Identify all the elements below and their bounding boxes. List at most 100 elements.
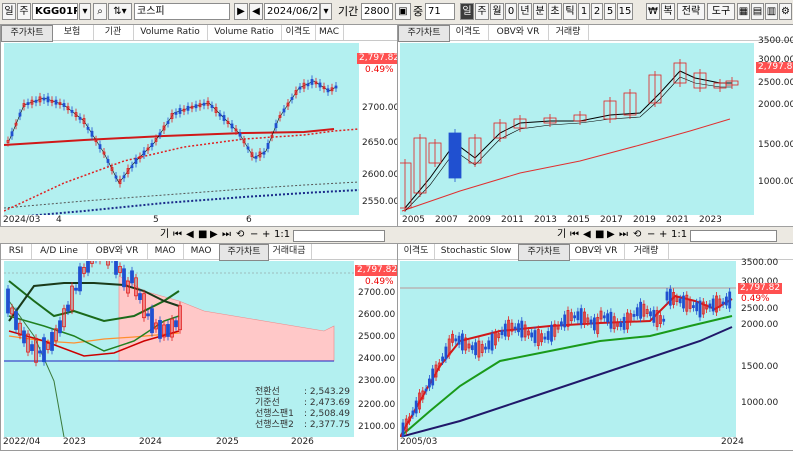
candle-body: [520, 320, 524, 338]
nav2-stop-icon[interactable]: ■: [595, 228, 604, 242]
nav2-refresh-icon[interactable]: ⟲: [633, 228, 641, 242]
interval-button-7[interactable]: 틱: [563, 3, 577, 20]
count-input[interactable]: 71: [425, 3, 455, 20]
play-button[interactable]: ▶: [234, 3, 248, 20]
tab-panel3-6[interactable]: 거래대금: [267, 244, 312, 259]
longterm-ma-svg: [400, 285, 736, 437]
code-input[interactable]: KGG01P: [32, 3, 78, 20]
interval-button-0[interactable]: 일: [460, 3, 474, 20]
daily-chart-panel: 주가차트 보험 기관 Volume Ratio Volume Ratio 이격도 MAC 2…: [0, 24, 398, 228]
nav2-end-icon[interactable]: ⏭: [619, 228, 628, 242]
nav-forward-icon[interactable]: ▶: [210, 228, 218, 242]
interval-button-3[interactable]: 0: [505, 3, 517, 20]
tab-panel2-2[interactable]: OBV와 VR: [488, 25, 549, 40]
tab-panel2-3[interactable]: 거래량: [548, 25, 589, 40]
settings-icon[interactable]: ⚙: [779, 3, 792, 20]
tab-panel3-2[interactable]: OBV와 VR: [87, 244, 148, 259]
interval-button-8[interactable]: 1: [578, 3, 590, 20]
zoom2-out-icon[interactable]: −: [647, 228, 655, 242]
tab-panel3-0[interactable]: RSI: [1, 244, 32, 259]
mode-toggle-2[interactable]: 주: [17, 3, 31, 20]
zoom-out-icon[interactable]: −: [250, 228, 258, 242]
interval-button-5[interactable]: 분: [533, 3, 547, 20]
interval-button-9[interactable]: 2: [591, 3, 603, 20]
search-button[interactable]: ⌕: [93, 3, 107, 20]
nav-end-icon[interactable]: ⏭: [222, 228, 231, 242]
ma-green: [400, 315, 733, 437]
candle-body: [66, 304, 70, 312]
tab-panel4-0[interactable]: 이격도: [398, 244, 435, 259]
zoom-in-icon[interactable]: +: [262, 228, 270, 242]
nav-scrollbar[interactable]: [293, 230, 385, 242]
tab-panel1-5[interactable]: 이격도: [281, 25, 316, 40]
candle-body: [711, 298, 715, 312]
interval-button-11[interactable]: 15: [617, 3, 633, 20]
y-tick-2100: 2100.00: [358, 422, 396, 432]
tab-panel3-5[interactable]: 주가차트: [219, 244, 269, 261]
nav2-rewind-icon[interactable]: ⏮: [570, 228, 579, 242]
tab-panel4-3[interactable]: OBV와 VR: [568, 244, 625, 259]
candle-body: [318, 82, 322, 88]
nav-back-icon[interactable]: ◀: [186, 228, 194, 242]
candle-body: [490, 333, 494, 351]
x-label-2021: 2021: [666, 215, 689, 225]
print-icon[interactable]: ▥: [765, 3, 778, 20]
strategy-button[interactable]: 전략: [677, 3, 705, 20]
zoom2-in-icon[interactable]: +: [659, 228, 667, 242]
tab-panel2-0[interactable]: 주가차트: [398, 25, 450, 42]
candle-body: [150, 308, 154, 334]
tab-panel1-6[interactable]: MAC: [315, 25, 344, 40]
change-pct: 0.49%: [365, 65, 394, 75]
interval-button-10[interactable]: 5: [604, 3, 616, 20]
tab-panel1-3[interactable]: Volume Ratio: [133, 25, 208, 40]
y-tick-2650: 2650.00: [362, 138, 398, 148]
nav2-scrollbar[interactable]: [690, 230, 777, 242]
calendar-dropdown-button[interactable]: ▾: [320, 3, 332, 20]
interval-button-4[interactable]: 년: [518, 3, 532, 20]
tab-panel1-4[interactable]: Volume Ratio: [207, 25, 282, 40]
nav-refresh-icon[interactable]: ⟲: [236, 228, 244, 242]
tab-panel3-1[interactable]: A/D Line: [31, 244, 88, 259]
compound-button[interactable]: 복: [661, 3, 675, 20]
x-label-2017: 2017: [600, 215, 623, 225]
nav-ratio[interactable]: 1:1: [274, 228, 290, 242]
tab-panel1-1[interactable]: 보험: [51, 25, 94, 40]
candle-body: [550, 324, 553, 342]
tab-panel3-3[interactable]: MAO: [147, 244, 184, 259]
candle-body: [698, 300, 702, 318]
mode-toggle-1[interactable]: 일: [2, 3, 16, 20]
tab-panel4-2[interactable]: 주가차트: [518, 244, 570, 261]
tab-panel4-4[interactable]: 거래량: [624, 244, 669, 259]
nav2-back-icon[interactable]: ◀: [583, 228, 591, 242]
tools-button[interactable]: 도구: [707, 3, 735, 20]
candle-body: [46, 96, 50, 103]
prev-button[interactable]: ◀: [249, 3, 263, 20]
sort-button[interactable]: ⇅▾: [108, 3, 132, 20]
nav2-forward-icon[interactable]: ▶: [607, 228, 615, 242]
date-input[interactable]: 2024/06/28: [264, 3, 320, 20]
nav2-ratio[interactable]: 1:1: [671, 228, 687, 242]
candle-body: [639, 301, 643, 319]
zoom-toggle-button[interactable]: ▣: [395, 3, 411, 20]
daily-price-plot[interactable]: [4, 43, 359, 215]
nav-stop-icon[interactable]: ■: [198, 228, 207, 242]
save-icon[interactable]: ▤: [751, 3, 764, 20]
code-dropdown-button[interactable]: ▾: [79, 3, 91, 20]
longterm-ma-plot[interactable]: [400, 261, 736, 437]
layout-icon[interactable]: ▦: [737, 3, 750, 20]
tab-panel2-1[interactable]: 이격도: [448, 25, 489, 40]
index-name-field[interactable]: 코스피: [134, 3, 230, 20]
nav-rewind-icon[interactable]: ⏮: [173, 228, 182, 242]
interval-button-1[interactable]: 주: [475, 3, 489, 20]
interval-button-2[interactable]: 월: [490, 3, 504, 20]
tab-panel3-4[interactable]: MAO: [183, 244, 220, 259]
won-button[interactable]: ₩: [646, 3, 660, 20]
candle-body: [474, 342, 477, 356]
tab-panel1-2[interactable]: 기관: [93, 25, 134, 40]
tab-panel1-0[interactable]: 주가차트: [1, 25, 53, 42]
period-input[interactable]: 2800: [361, 3, 393, 20]
tab-panel4-1[interactable]: Stochastic Slow: [434, 244, 519, 259]
ichimoku-plot[interactable]: [4, 261, 354, 437]
longterm-price-plot[interactable]: [400, 43, 754, 215]
interval-button-6[interactable]: 초: [548, 3, 562, 20]
